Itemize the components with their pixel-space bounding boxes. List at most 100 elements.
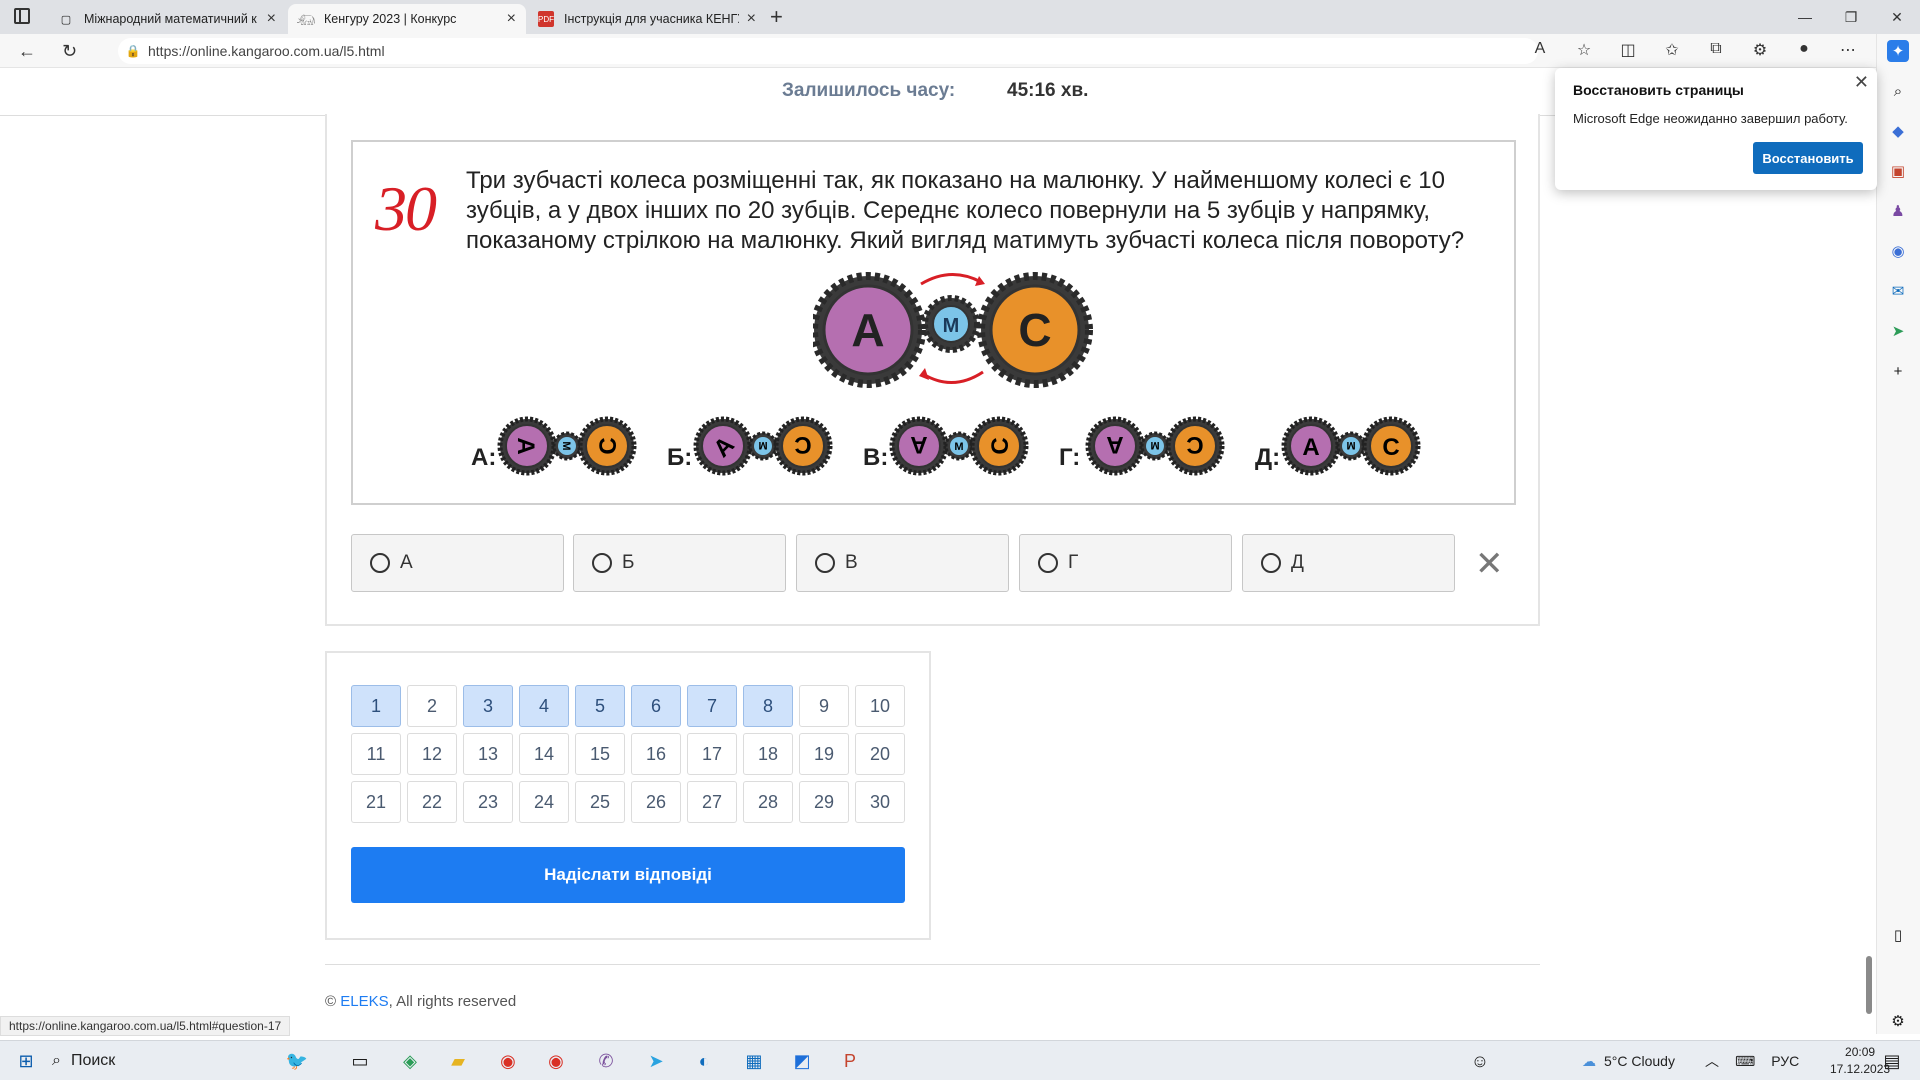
restore-button[interactable]: Восстановить [1753,142,1863,174]
file-explorer-icon[interactable]: ▰ [438,1045,478,1077]
question-nav-16[interactable]: 16 [631,733,681,775]
add-sidebar-icon[interactable]: + [1887,360,1909,382]
question-nav-6[interactable]: 6 [631,685,681,727]
question-nav-26[interactable]: 26 [631,781,681,823]
telegram-icon[interactable]: ➤ [636,1045,676,1077]
back-icon[interactable]: ← [18,41,36,62]
close-tab-icon[interactable]: × [507,10,516,28]
question-nav-30[interactable]: 30 [855,781,905,823]
app-layers-icon[interactable]: ◈ [390,1045,430,1077]
edge-icon[interactable]: ◐ [684,1045,724,1077]
refresh-icon[interactable]: ↻ [62,41,77,62]
submit-answers-button[interactable]: Надіслати відповіді [351,847,905,903]
question-nav-2[interactable]: 2 [407,685,457,727]
url-field[interactable]: 🔒 https://online.kangaroo.com.ua/l5.html [118,38,1538,64]
close-popup-icon[interactable]: ✕ [1854,72,1869,93]
scrollbar[interactable] [1864,116,1874,1030]
read-aloud-icon[interactable]: A [1518,40,1562,60]
lock-icon[interactable]: 🔒 [118,44,148,58]
extensions-icon[interactable]: ⚙ [1738,40,1782,60]
question-nav-19[interactable]: 19 [799,733,849,775]
chrome-profile-icon[interactable]: ◉ [536,1045,576,1077]
question-nav-5[interactable]: 5 [575,685,625,727]
people-icon[interactable]: ☺ [1460,1045,1500,1077]
copilot-icon[interactable]: ✦ [1887,40,1909,62]
settings-icon[interactable]: ⚙ [1887,1010,1909,1032]
question-nav-18[interactable]: 18 [743,733,793,775]
close-tab-icon[interactable]: × [747,10,756,28]
question-nav-27[interactable]: 27 [687,781,737,823]
question-nav-11[interactable]: 11 [351,733,401,775]
close-window-icon[interactable]: ✕ [1874,0,1920,34]
radio-icon[interactable] [592,553,612,573]
question-nav-25[interactable]: 25 [575,781,625,823]
question-nav-12[interactable]: 12 [407,733,457,775]
games-icon[interactable]: ♟ [1887,200,1909,222]
keyboard-icon[interactable]: ⌨ [1735,1053,1755,1070]
answer-b[interactable]: Б [573,534,786,592]
more-menu-icon[interactable]: ⋯ [1826,40,1870,60]
radio-icon[interactable] [1038,553,1058,573]
tab-3[interactable]: PDF Інструкція для учасника КЕНГУР × [528,4,766,34]
question-nav-4[interactable]: 4 [519,685,569,727]
radio-icon[interactable] [815,553,835,573]
question-nav-29[interactable]: 29 [799,781,849,823]
clear-answer-icon[interactable]: ✕ [1475,544,1504,584]
scrollbar-thumb[interactable] [1866,956,1872,1014]
viber-icon[interactable]: ✆ [586,1045,626,1077]
profile-icon[interactable]: ● [1782,40,1826,60]
paint-icon[interactable]: ◩ [782,1045,822,1077]
tray-chevron-icon[interactable]: ︿ [1705,1051,1719,1071]
radio-icon[interactable] [1261,553,1281,573]
favorite-star-icon[interactable]: ☆ [1562,40,1606,60]
question-nav-10[interactable]: 10 [855,685,905,727]
answer-g[interactable]: Г [1019,534,1232,592]
question-nav-28[interactable]: 28 [743,781,793,823]
question-nav-24[interactable]: 24 [519,781,569,823]
task-view-icon[interactable]: ▭ [340,1045,380,1077]
question-nav-15[interactable]: 15 [575,733,625,775]
eleks-link[interactable]: ELEKS [340,993,388,1010]
question-nav-9[interactable]: 9 [799,685,849,727]
favorites-icon[interactable]: ✩ [1650,40,1694,60]
office-icon[interactable]: ◉ [1887,240,1909,262]
question-nav-13[interactable]: 13 [463,733,513,775]
calculator-icon[interactable]: ▦ [734,1045,774,1077]
question-nav-7[interactable]: 7 [687,685,737,727]
tools-icon[interactable]: ▣ [1887,160,1909,182]
outlook-icon[interactable]: ✉ [1887,280,1909,302]
footer-divider [325,964,1540,965]
question-nav-21[interactable]: 21 [351,781,401,823]
sidebar-layout-icon[interactable]: ▯ [1887,924,1909,946]
close-tab-icon[interactable]: × [267,10,276,28]
answer-v[interactable]: В [796,534,1009,592]
question-nav-3[interactable]: 3 [463,685,513,727]
chrome-icon[interactable]: ◉ [488,1045,528,1077]
tab-1[interactable]: ▢ Міжнародний математичний к × [48,4,286,34]
question-nav-17[interactable]: 17 [687,733,737,775]
radio-icon[interactable] [370,553,390,573]
answer-a[interactable]: А [351,534,564,592]
shopping-icon[interactable]: ◆ [1887,120,1909,142]
drop-icon[interactable]: ➤ [1887,320,1909,342]
answer-d[interactable]: Д [1242,534,1455,592]
windows-start-icon[interactable]: ⊞ [6,1045,46,1077]
question-nav-23[interactable]: 23 [463,781,513,823]
tab-2[interactable]: 𓃰 Кенгуру 2023 | Конкурс × [288,4,526,34]
collections-icon[interactable]: ⧉ [1694,40,1738,60]
notifications-icon[interactable]: ▤ [1872,1045,1912,1077]
search-icon[interactable]: ⌕ [1887,80,1909,102]
split-screen-icon[interactable]: ◫ [1606,40,1650,60]
language-indicator[interactable]: РУС [1771,1053,1799,1069]
question-nav-14[interactable]: 14 [519,733,569,775]
minimize-icon[interactable]: — [1782,0,1828,34]
question-nav-8[interactable]: 8 [743,685,793,727]
restore-icon[interactable]: ❐ [1828,0,1874,34]
powerpoint-icon[interactable]: P [830,1045,870,1077]
question-nav-1[interactable]: 1 [351,685,401,727]
question-nav-22[interactable]: 22 [407,781,457,823]
weather-text[interactable]: 5°C Cloudy [1604,1053,1675,1069]
new-tab-icon[interactable]: + [770,4,783,30]
workspaces-icon[interactable] [14,8,30,24]
question-nav-20[interactable]: 20 [855,733,905,775]
